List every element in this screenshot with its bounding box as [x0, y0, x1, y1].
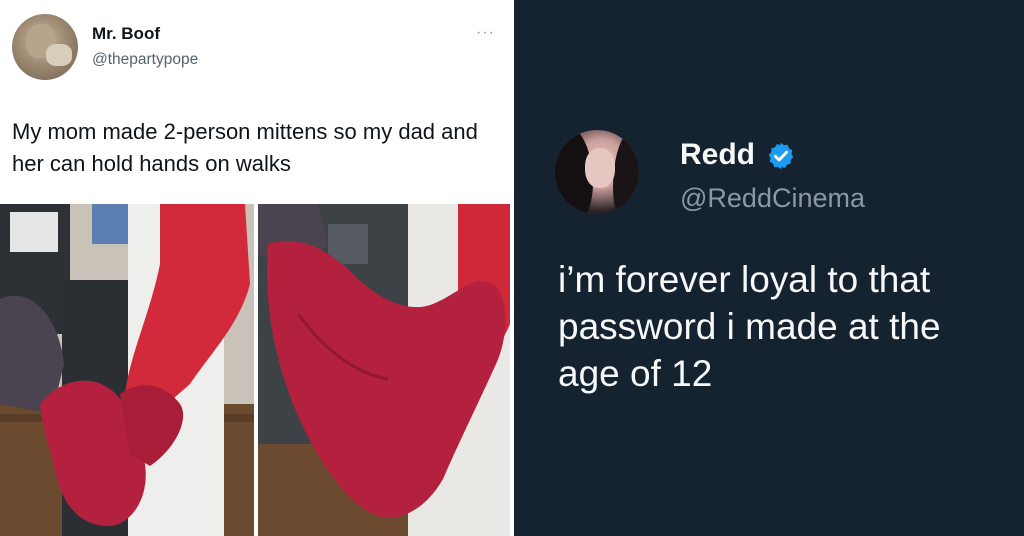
- author-name[interactable]: Redd: [680, 138, 755, 172]
- author-name[interactable]: Mr. Boof: [92, 24, 160, 44]
- verified-badge-icon: [768, 142, 794, 170]
- tweet-photo-2[interactable]: [258, 204, 510, 536]
- right-tweet-card: Redd @ReddCinema i’m forever loyal to th…: [514, 0, 1024, 536]
- avatar-face: [585, 148, 615, 188]
- avatar[interactable]: [555, 130, 639, 214]
- author-handle[interactable]: @ReddCinema: [680, 183, 865, 214]
- mittens-photo-1-illustration: [0, 204, 254, 536]
- avatar-hair: [613, 130, 639, 214]
- avatar-detail: [46, 44, 72, 66]
- tweet-text: i’m forever loyal to that password i mad…: [558, 259, 941, 394]
- more-options-icon[interactable]: ···: [476, 24, 495, 42]
- left-tweet-card: Mr. Boof @thepartypope ··· My mom made 2…: [0, 0, 514, 536]
- mittens-photo-2-illustration: [258, 204, 510, 536]
- tweet-text: My mom made 2-person mittens so my dad a…: [12, 119, 478, 176]
- avatar[interactable]: [12, 14, 78, 80]
- tweet-photo-1[interactable]: [0, 204, 254, 536]
- author-handle[interactable]: @thepartypope: [92, 51, 198, 69]
